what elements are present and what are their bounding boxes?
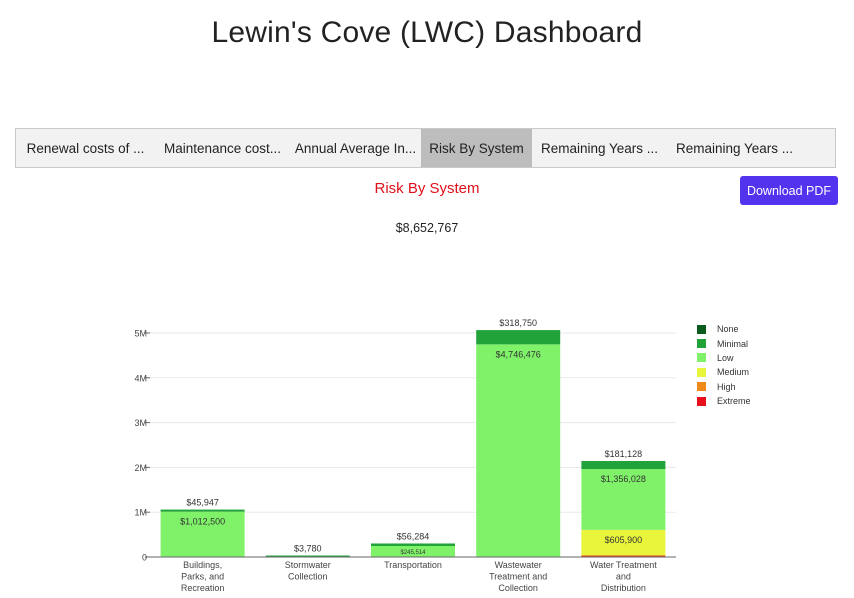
data-label: $181,128 bbox=[605, 449, 643, 459]
y-tick-label: 3M bbox=[134, 418, 147, 428]
legend-swatch bbox=[697, 396, 706, 406]
data-label: $1,012,500 bbox=[180, 517, 225, 527]
legend-item-extreme[interactable]: Extreme bbox=[697, 394, 751, 408]
tab-annual-average[interactable]: Annual Average In... bbox=[290, 129, 421, 167]
legend-label: None bbox=[717, 324, 739, 335]
y-tick-label: 5M bbox=[134, 329, 147, 339]
legend-label: High bbox=[717, 381, 736, 392]
legend-item-minimal[interactable]: Minimal bbox=[697, 336, 751, 350]
bar-minimal-2 bbox=[371, 543, 455, 547]
data-label: $1,356,028 bbox=[601, 474, 646, 484]
x-tick-label: Collection bbox=[288, 572, 328, 582]
y-tick-label: 0 bbox=[142, 553, 147, 563]
x-tick-label: Water Treatment bbox=[590, 560, 657, 570]
x-tick-label: Parks, and bbox=[181, 572, 224, 582]
bar-minimal-4 bbox=[581, 460, 666, 470]
x-tick-label: Wastewater bbox=[495, 560, 542, 570]
download-pdf-button[interactable]: Download PDF bbox=[740, 176, 838, 205]
legend-swatch bbox=[697, 339, 706, 349]
x-tick-label: Recreation bbox=[181, 583, 225, 593]
chart-title: Risk By System bbox=[374, 180, 480, 197]
grand-total: $8,652,767 bbox=[395, 221, 459, 235]
bar-minimal-3 bbox=[476, 330, 561, 345]
data-label: $45,947 bbox=[186, 498, 219, 508]
x-tick-label: Collection bbox=[498, 583, 538, 593]
y-tick-label: 2M bbox=[134, 463, 147, 473]
tab-risk-by-system[interactable]: Risk By System bbox=[421, 129, 532, 167]
legend-item-none[interactable]: None bbox=[697, 322, 751, 336]
data-label: $245,514 bbox=[400, 550, 426, 556]
legend-swatch bbox=[697, 353, 706, 363]
chart-legend: None Minimal Low Medium High Extreme bbox=[697, 322, 751, 408]
tab-bar: Renewal costs of ... Maintenance cost...… bbox=[15, 128, 836, 168]
x-tick-label: Buildings, bbox=[183, 560, 222, 570]
legend-label: Extreme bbox=[717, 396, 751, 407]
data-label: $56,284 bbox=[397, 531, 430, 541]
legend-item-low[interactable]: Low bbox=[697, 351, 751, 365]
data-label: $4,746,476 bbox=[496, 349, 541, 359]
legend-swatch bbox=[697, 367, 706, 377]
legend-item-high[interactable]: High bbox=[697, 380, 751, 394]
tab-maintenance-costs[interactable]: Maintenance cost... bbox=[155, 129, 290, 167]
x-tick-label: Distribution bbox=[601, 583, 646, 593]
data-label: $605,900 bbox=[605, 535, 643, 545]
data-label: $318,750 bbox=[499, 318, 537, 328]
legend-swatch bbox=[697, 382, 706, 392]
bar-minimal-0 bbox=[160, 509, 245, 512]
y-tick-label: 1M bbox=[134, 508, 147, 518]
y-tick-label: 4M bbox=[134, 373, 147, 383]
bar-low-3 bbox=[476, 344, 561, 557]
page-title: Lewin's Cove (LWC) Dashboard bbox=[211, 16, 643, 49]
x-tick-label: and bbox=[616, 572, 631, 582]
legend-swatch bbox=[697, 324, 706, 334]
tab-renewal-costs[interactable]: Renewal costs of ... bbox=[16, 129, 155, 167]
legend-label: Low bbox=[717, 352, 734, 363]
legend-label: Medium bbox=[717, 367, 750, 378]
tab-remaining-years-2[interactable]: Remaining Years ... bbox=[667, 129, 802, 167]
legend-item-medium[interactable]: Medium bbox=[697, 365, 751, 379]
tab-remaining-years-1[interactable]: Remaining Years ... bbox=[532, 129, 667, 167]
x-tick-label: Transportation bbox=[384, 560, 442, 570]
x-tick-label: Stormwater bbox=[285, 560, 331, 570]
x-tick-label: Treatment and bbox=[489, 572, 547, 582]
legend-label: Minimal bbox=[717, 338, 749, 349]
data-label: $3,780 bbox=[294, 544, 322, 554]
